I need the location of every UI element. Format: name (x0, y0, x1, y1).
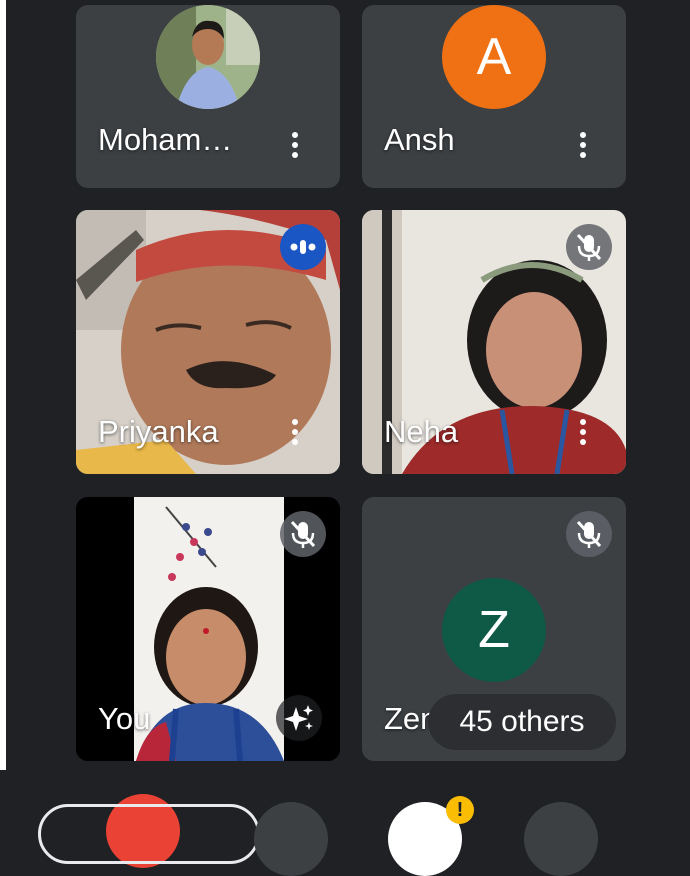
mic-off-icon (280, 511, 326, 557)
call-controls-bar: ! (0, 770, 690, 876)
mic-off-icon (566, 224, 612, 270)
participant-tile-mohammad[interactable]: Moham… (76, 5, 340, 188)
participant-name: Moham… (98, 122, 233, 157)
more-options-icon[interactable] (576, 129, 590, 165)
profile-photo-avatar (156, 5, 260, 109)
participant-tile-priyanka[interactable]: Priyanka (76, 210, 340, 474)
more-options-icon[interactable] (288, 129, 302, 165)
mic-off-icon (566, 511, 612, 557)
participant-name: Ansh (384, 122, 455, 157)
more-options-icon[interactable] (576, 416, 590, 452)
avatar-letter: A (442, 5, 546, 109)
sparkle-icon (284, 705, 313, 731)
more-options-icon[interactable] (288, 416, 302, 452)
participant-tile-neha[interactable]: Neha (362, 210, 626, 474)
participant-name: Neha (384, 414, 459, 449)
visual-effects-button[interactable] (276, 695, 322, 741)
mic-toggle-button[interactable] (254, 802, 328, 876)
participant-tile-self[interactable]: You (76, 497, 340, 761)
participant-name: Priyanka (98, 414, 219, 449)
speaking-indicator-icon (280, 224, 326, 270)
participant-name: You (98, 701, 151, 736)
more-controls-button[interactable] (524, 802, 598, 876)
avatar-letter: Z (442, 578, 546, 682)
alert-badge-icon: ! (446, 796, 474, 824)
screen-edge (0, 0, 6, 821)
participant-tile-ansh[interactable]: A Ansh (362, 5, 626, 188)
others-count-chip[interactable]: 45 others (428, 694, 616, 750)
pill-control-outline[interactable] (38, 804, 260, 864)
